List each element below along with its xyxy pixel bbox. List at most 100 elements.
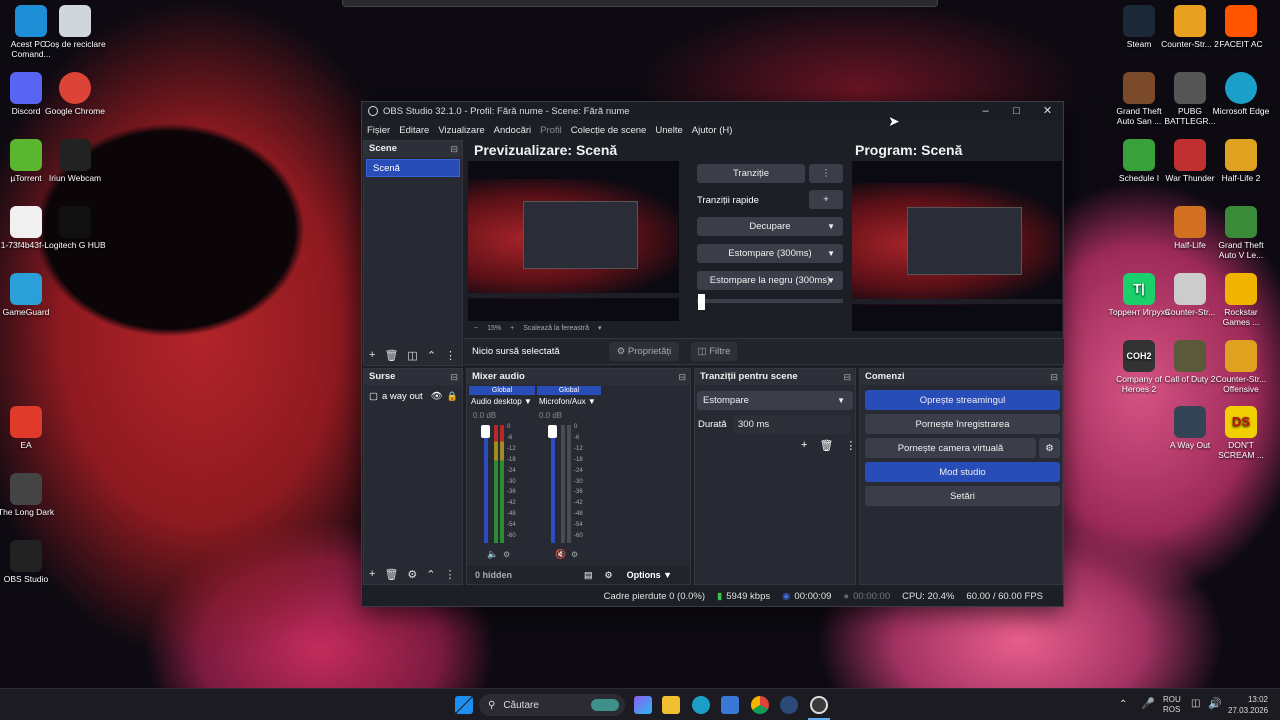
menu-profile[interactable]: Profil xyxy=(540,125,562,136)
copilot-icon[interactable] xyxy=(634,696,652,714)
undock-icon[interactable]: ⊟ xyxy=(843,369,851,385)
ch2-settings-icon[interactable]: ⚙ xyxy=(571,550,578,559)
desktop-icon-edge[interactable]: Microsoft Edge xyxy=(1210,72,1272,116)
filters-button[interactable]: ◫ Filtre xyxy=(691,342,737,361)
fade-transition-button[interactable]: Estompare (300ms) ▼ xyxy=(697,244,843,263)
ch1-speaker-icon[interactable]: 🔈 xyxy=(487,549,498,560)
add-source-icon[interactable]: + xyxy=(369,568,375,580)
add-quick-transition-icon[interactable]: + xyxy=(809,190,843,209)
scale-mode[interactable]: Scalează la fereastră xyxy=(523,325,589,332)
transition-select[interactable]: Estompare ▼ xyxy=(697,391,853,410)
preview-screen[interactable] xyxy=(468,161,679,321)
menu-edit[interactable]: Editare xyxy=(399,125,429,136)
source-up-icon[interactable]: ⌃ xyxy=(426,568,435,581)
desktop-icon-faceit[interactable]: FACEIT AC xyxy=(1210,5,1272,49)
add-scene-icon[interactable]: + xyxy=(369,349,375,361)
edge-icon[interactable] xyxy=(692,696,710,714)
duration-input[interactable]: 300 ms xyxy=(733,415,851,434)
ch1-volume-slider[interactable] xyxy=(484,425,488,543)
menu-file[interactable]: Fișier xyxy=(367,125,390,136)
obs-titlebar[interactable]: OBS Studio 32.1.0 - Profil: Fără nume - … xyxy=(362,102,1063,120)
transition-more-icon[interactable]: ⋮ xyxy=(845,439,856,452)
move-up-icon[interactable]: ⌃ xyxy=(427,349,436,362)
ch1-slider-handle[interactable] xyxy=(481,425,490,438)
clock[interactable]: 13:02 27.03.2026 xyxy=(1228,694,1268,716)
menu-docks[interactable]: Andocări xyxy=(494,125,532,136)
desktop-icon-ea[interactable]: EA xyxy=(0,406,57,450)
studio-mode-button[interactable]: Mod studio xyxy=(865,462,1060,482)
transition-button[interactable]: Tranziție xyxy=(697,164,805,183)
ch1-settings-icon[interactable]: ⚙ xyxy=(503,550,510,559)
volume-icon[interactable]: 🔊 xyxy=(1208,697,1222,710)
microphone-icon[interactable]: 🎤 xyxy=(1141,697,1155,710)
ch2-name[interactable]: Microfon/Aux ▼ xyxy=(539,397,596,406)
source-item[interactable]: ▢ a way out 👁 🔒 xyxy=(364,387,462,405)
t-bar-handle[interactable] xyxy=(698,294,705,310)
undock-icon[interactable]: ⊟ xyxy=(450,141,458,157)
desktop-icon-obs[interactable]: OBS Studio xyxy=(0,540,57,584)
desktop-icon-gameguard[interactable]: GameGuard xyxy=(0,273,57,317)
desktop-icon-recycle-bin[interactable]: Coș de reciclare xyxy=(44,5,106,49)
ch1-level-meter-r xyxy=(500,425,504,543)
source-settings-icon[interactable]: ⚙ xyxy=(407,568,417,581)
mixer-advanced-icon[interactable]: ⚙ xyxy=(605,570,613,581)
scene-item[interactable]: Scenă xyxy=(366,159,460,177)
microsoft-store-icon[interactable] xyxy=(721,696,739,714)
fade-black-transition-button[interactable]: Estompare la negru (300ms) ▼ xyxy=(697,271,843,290)
menu-view[interactable]: Vizualizare xyxy=(438,125,484,136)
file-explorer-icon[interactable] xyxy=(662,696,680,714)
undock-icon[interactable]: ⊟ xyxy=(1050,369,1058,385)
search-box[interactable]: ⚲ Căutare xyxy=(479,694,625,716)
menu-scene-collection[interactable]: Colecție de scene xyxy=(571,125,647,136)
ch1-name[interactable]: Audio desktop ▼ xyxy=(471,397,532,406)
menu-help[interactable]: Ajutor (H) xyxy=(692,125,733,136)
chrome-icon[interactable] xyxy=(751,696,769,714)
scale-dropdown-icon[interactable]: ▾ xyxy=(598,324,602,332)
remove-source-icon[interactable]: 🗑 xyxy=(384,568,398,581)
desktop-icon-gta-v[interactable]: Grand Theft Auto V Le... xyxy=(1210,206,1272,260)
minimize-button[interactable]: – xyxy=(970,102,1001,120)
add-transition-icon[interactable]: + xyxy=(801,439,807,452)
desktop-icon-logitech[interactable]: Logitech G HUB xyxy=(44,206,106,250)
remove-transition-icon[interactable]: 🗑 xyxy=(819,439,833,452)
desktop-icon-rockstar[interactable]: Rockstar Games ... xyxy=(1210,273,1272,327)
menu-tools[interactable]: Unelte xyxy=(655,125,682,136)
ch2-muted-icon[interactable]: 🔇 xyxy=(555,549,566,560)
stop-streaming-button[interactable]: Oprește streamingul xyxy=(865,390,1060,410)
virtual-camera-settings-icon[interactable]: ⚙ xyxy=(1039,438,1060,458)
start-recording-button[interactable]: Pornește înregistrarea xyxy=(865,414,1060,434)
undock-icon[interactable]: ⊟ xyxy=(678,369,686,385)
ch2-slider-handle[interactable] xyxy=(548,425,557,438)
transition-menu-icon[interactable]: ⋮ xyxy=(809,164,843,183)
lock-icon[interactable]: 🔒 xyxy=(447,391,458,402)
ch2-volume-slider[interactable] xyxy=(551,425,555,543)
undock-icon[interactable]: ⊟ xyxy=(450,369,458,385)
zoom-in-icon[interactable]: + xyxy=(510,325,514,332)
desktop-icon-webcam[interactable]: Iriun Webcam xyxy=(44,139,106,183)
language-indicator[interactable]: ROU ROS xyxy=(1163,695,1181,715)
steam-icon[interactable] xyxy=(780,696,798,714)
desktop-icon-chrome[interactable]: Google Chrome xyxy=(44,72,106,116)
visibility-eye-icon[interactable]: 👁 xyxy=(431,391,443,402)
maximize-button[interactable]: □ xyxy=(1001,102,1032,120)
start-virtual-camera-button[interactable]: Pornește camera virtuală xyxy=(865,438,1036,458)
cut-transition-button[interactable]: Decupare ▼ xyxy=(697,217,843,236)
windows-start-icon[interactable] xyxy=(455,696,473,714)
desktop-icon-axe[interactable]: The Long Dark xyxy=(0,473,57,517)
close-button[interactable]: ✕ xyxy=(1032,102,1063,120)
more-icon[interactable]: ⋮ xyxy=(445,349,456,362)
properties-button[interactable]: ⚙ Proprietăți xyxy=(609,342,679,361)
mixer-layout-icon[interactable]: ▤ xyxy=(584,570,593,581)
tray-chevron-icon[interactable]: ⌃ xyxy=(1119,699,1127,710)
zoom-out-icon[interactable]: − xyxy=(474,325,478,332)
network-icon[interactable]: ◫ xyxy=(1191,698,1200,709)
desktop-icon-dont-scream[interactable]: DS DON'T SCREAM ... xyxy=(1210,406,1272,460)
filter-scene-icon[interactable]: ◫ xyxy=(407,349,417,362)
remove-scene-icon[interactable]: 🗑 xyxy=(384,349,398,362)
obs-icon[interactable] xyxy=(810,696,828,714)
more-icon[interactable]: ⋮ xyxy=(445,568,456,581)
settings-button[interactable]: Setări xyxy=(865,486,1060,506)
options-button[interactable]: Options ▼ xyxy=(627,570,672,580)
desktop-icon-csgo[interactable]: Counter-Str... Offensive xyxy=(1210,340,1272,394)
desktop-icon-half-life-2[interactable]: Half-Life 2 xyxy=(1210,139,1272,183)
